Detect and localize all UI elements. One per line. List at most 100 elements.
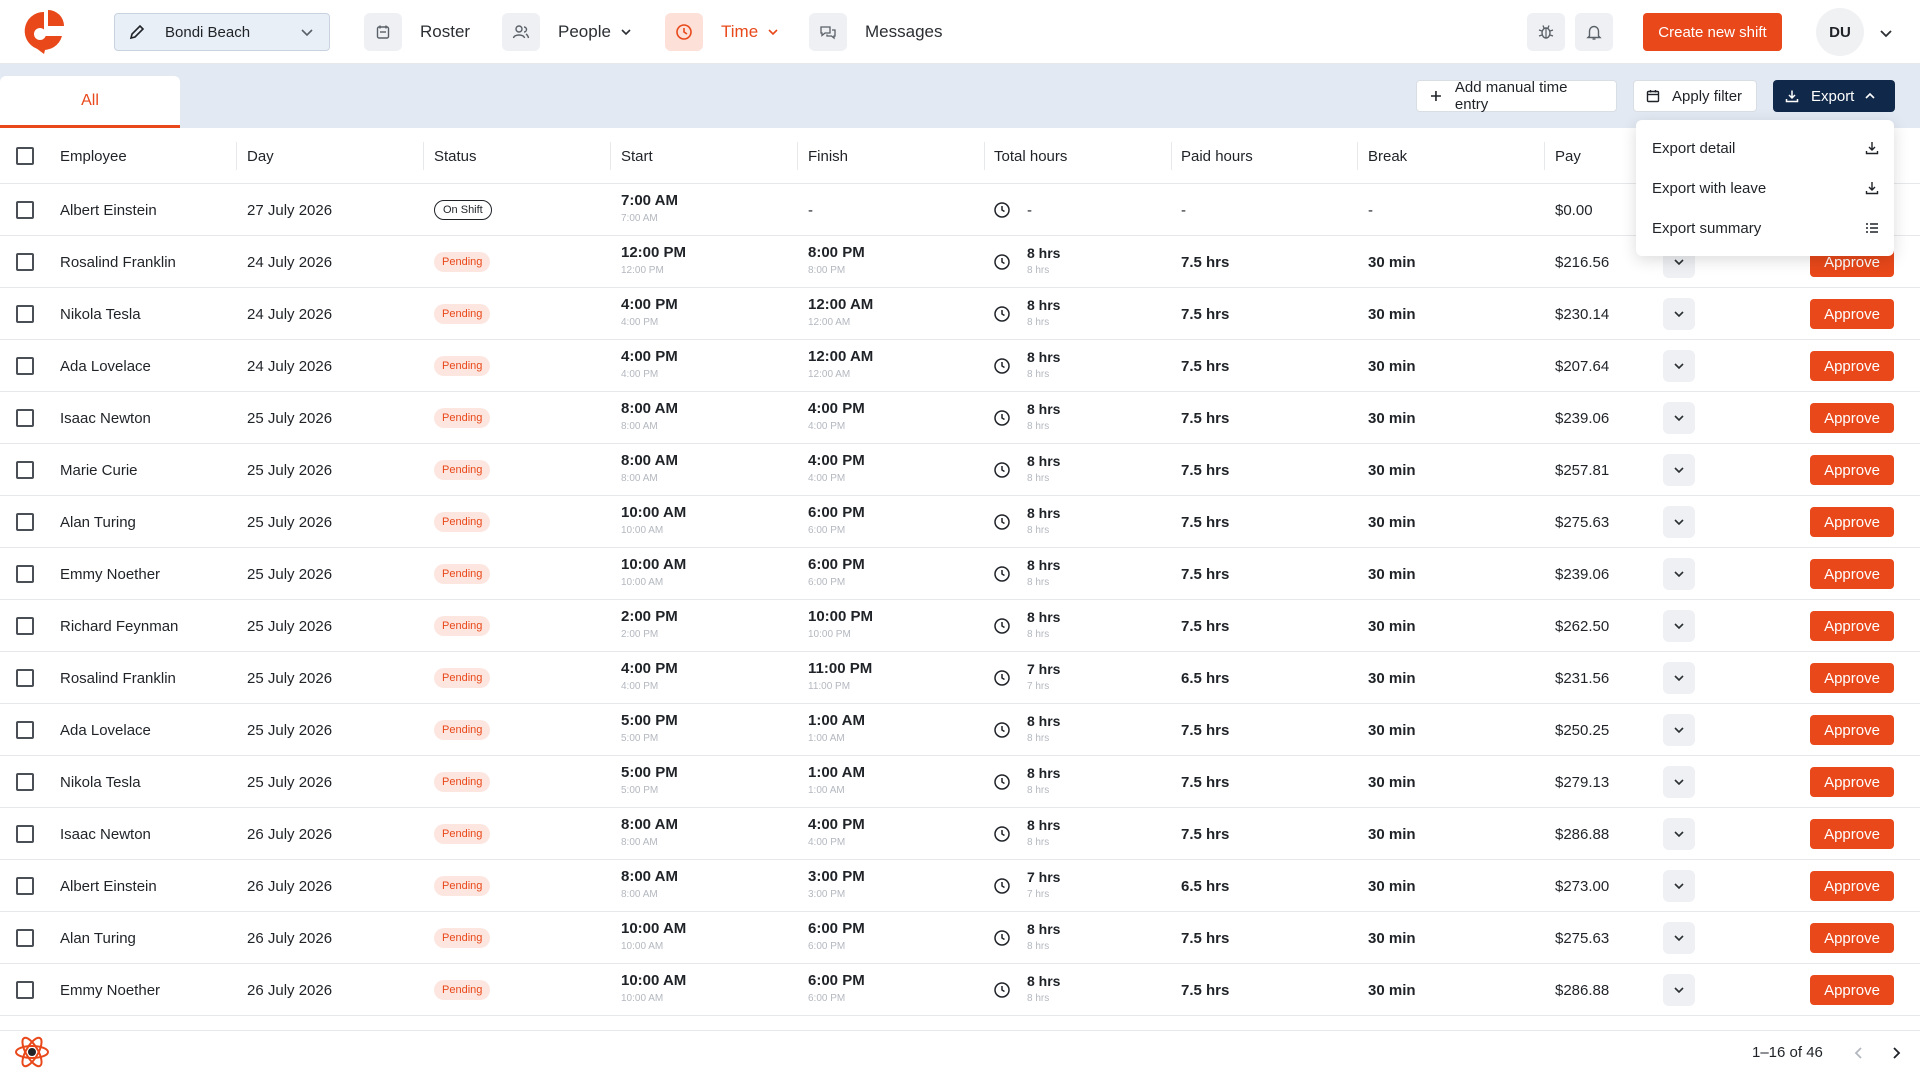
table-row[interactable]: Alan Turing 25 July 2026 Pending 10:00 AM 10… xyxy=(0,496,1920,548)
row-expand-button[interactable] xyxy=(1663,818,1695,850)
table-row[interactable]: Ada Lovelace 24 July 2026 Pending 4:00 PM 4:… xyxy=(0,340,1920,392)
approve-button[interactable]: Approve xyxy=(1810,507,1894,537)
tab-all[interactable]: All xyxy=(0,76,180,128)
table-row[interactable]: Nikola Tesla 25 July 2026 Pending 5:00 PM 5:… xyxy=(0,756,1920,808)
table-row[interactable]: Emmy Noether 25 July 2026 Pending 10:00 AM 1… xyxy=(0,548,1920,600)
employee-name[interactable]: Emmy Noether xyxy=(60,964,160,1016)
employee-name[interactable]: Richard Feynman xyxy=(60,600,178,652)
row-checkbox[interactable] xyxy=(16,253,34,271)
approve-button[interactable]: Approve xyxy=(1810,871,1894,901)
employee-name[interactable]: Isaac Newton xyxy=(60,808,151,860)
approve-button[interactable]: Approve xyxy=(1810,351,1894,381)
row-expand-button[interactable] xyxy=(1663,506,1695,538)
row-expand-button[interactable] xyxy=(1663,766,1695,798)
clock-icon[interactable] xyxy=(993,617,1011,635)
clock-icon[interactable] xyxy=(993,253,1011,271)
approve-button[interactable]: Approve xyxy=(1810,403,1894,433)
clock-icon[interactable] xyxy=(993,409,1011,427)
row-checkbox[interactable] xyxy=(16,201,34,219)
clock-icon[interactable] xyxy=(993,773,1011,791)
export-with-leave-option[interactable]: Export with leave xyxy=(1636,168,1894,208)
approve-button[interactable]: Approve xyxy=(1810,663,1894,693)
row-expand-button[interactable] xyxy=(1663,974,1695,1006)
approve-button[interactable]: Approve xyxy=(1810,819,1894,849)
approve-button[interactable]: Approve xyxy=(1810,923,1894,953)
export-detail-option[interactable]: Export detail xyxy=(1636,128,1894,168)
clock-icon[interactable] xyxy=(993,513,1011,531)
clock-icon[interactable] xyxy=(993,201,1011,219)
row-checkbox[interactable] xyxy=(16,721,34,739)
nav-time[interactable]: Time xyxy=(665,13,780,51)
row-expand-button[interactable] xyxy=(1663,558,1695,590)
column-header-day[interactable]: Day xyxy=(247,128,274,184)
row-expand-button[interactable] xyxy=(1663,714,1695,746)
row-checkbox[interactable] xyxy=(16,773,34,791)
employee-name[interactable]: Rosalind Franklin xyxy=(60,652,176,704)
row-expand-button[interactable] xyxy=(1663,610,1695,642)
row-checkbox[interactable] xyxy=(16,929,34,947)
nav-messages[interactable]: Messages xyxy=(809,13,942,51)
table-row[interactable]: Emmy Noether 26 July 2026 Pending 10:00 AM 1… xyxy=(0,964,1920,1016)
select-all-checkbox[interactable] xyxy=(16,147,34,165)
clock-icon[interactable] xyxy=(993,877,1011,895)
row-checkbox[interactable] xyxy=(16,357,34,375)
table-row[interactable]: Alan Turing 26 July 2026 Pending 10:00 AM 10… xyxy=(0,912,1920,964)
nav-people[interactable]: People xyxy=(502,13,633,51)
row-checkbox[interactable] xyxy=(16,617,34,635)
approve-button[interactable]: Approve xyxy=(1810,975,1894,1005)
row-expand-button[interactable] xyxy=(1663,454,1695,486)
approve-button[interactable]: Approve xyxy=(1810,455,1894,485)
column-header-break[interactable]: Break xyxy=(1368,128,1407,184)
clock-icon[interactable] xyxy=(993,929,1011,947)
employee-name[interactable]: Nikola Tesla xyxy=(60,288,141,340)
notifications-button[interactable] xyxy=(1575,13,1613,51)
row-expand-button[interactable] xyxy=(1663,662,1695,694)
row-checkbox[interactable] xyxy=(16,669,34,687)
row-checkbox[interactable] xyxy=(16,825,34,843)
add-manual-time-entry-button[interactable]: Add manual time entry xyxy=(1416,79,1617,113)
employee-name[interactable]: Nikola Tesla xyxy=(60,756,141,808)
row-checkbox[interactable] xyxy=(16,513,34,531)
row-expand-button[interactable] xyxy=(1663,922,1695,954)
approve-button[interactable]: Approve xyxy=(1810,559,1894,589)
row-expand-button[interactable] xyxy=(1663,870,1695,902)
react-devtools-icon[interactable] xyxy=(12,1032,52,1072)
row-checkbox[interactable] xyxy=(16,409,34,427)
apply-filter-button[interactable]: Apply filter xyxy=(1633,80,1757,112)
employee-name[interactable]: Marie Curie xyxy=(60,444,138,496)
employee-name[interactable]: Isaac Newton xyxy=(60,392,151,444)
row-expand-button[interactable] xyxy=(1663,298,1695,330)
row-checkbox[interactable] xyxy=(16,877,34,895)
row-checkbox[interactable] xyxy=(16,565,34,583)
employee-name[interactable]: Ada Lovelace xyxy=(60,340,151,392)
chevron-left-icon[interactable] xyxy=(1852,1046,1866,1060)
clock-icon[interactable] xyxy=(993,981,1011,999)
nav-roster[interactable]: Roster xyxy=(364,13,470,51)
clock-icon[interactable] xyxy=(993,721,1011,739)
clock-icon[interactable] xyxy=(993,825,1011,843)
table-row[interactable]: Richard Feynman 25 July 2026 Pending 2:00 P… xyxy=(0,600,1920,652)
chevron-right-icon[interactable] xyxy=(1889,1046,1903,1060)
table-row[interactable]: Isaac Newton 25 July 2026 Pending 8:00 AM 8:… xyxy=(0,392,1920,444)
create-new-shift-button[interactable]: Create new shift xyxy=(1643,13,1782,51)
export-summary-option[interactable]: Export summary xyxy=(1636,208,1894,248)
table-row[interactable]: Rosalind Franklin 24 July 2026 Pending 12:0… xyxy=(0,236,1920,288)
table-row[interactable]: Rosalind Franklin 25 July 2026 Pending 4:00… xyxy=(0,652,1920,704)
bug-report-button[interactable] xyxy=(1527,13,1565,51)
column-header-total-hours[interactable]: Total hours xyxy=(994,128,1067,184)
column-header-employee[interactable]: Employee xyxy=(60,128,127,184)
employee-name[interactable]: Albert Einstein xyxy=(60,184,157,236)
table-row[interactable]: Albert Einstein 27 July 2026 On Shift 7:00 … xyxy=(0,184,1920,236)
table-row[interactable]: Albert Einstein 26 July 2026 Pending 8:00 A… xyxy=(0,860,1920,912)
table-row[interactable]: Marie Curie 25 July 2026 Pending 8:00 AM 8:0… xyxy=(0,444,1920,496)
brand-logo[interactable] xyxy=(22,8,66,56)
clock-icon[interactable] xyxy=(993,669,1011,687)
column-header-pay[interactable]: Pay xyxy=(1555,128,1581,184)
avatar[interactable]: DU xyxy=(1816,8,1864,56)
row-checkbox[interactable] xyxy=(16,461,34,479)
employee-name[interactable]: Rosalind Franklin xyxy=(60,236,176,288)
row-expand-button[interactable] xyxy=(1663,350,1695,382)
employee-name[interactable]: Alan Turing xyxy=(60,496,136,548)
approve-button[interactable]: Approve xyxy=(1810,299,1894,329)
column-header-status[interactable]: Status xyxy=(434,128,477,184)
